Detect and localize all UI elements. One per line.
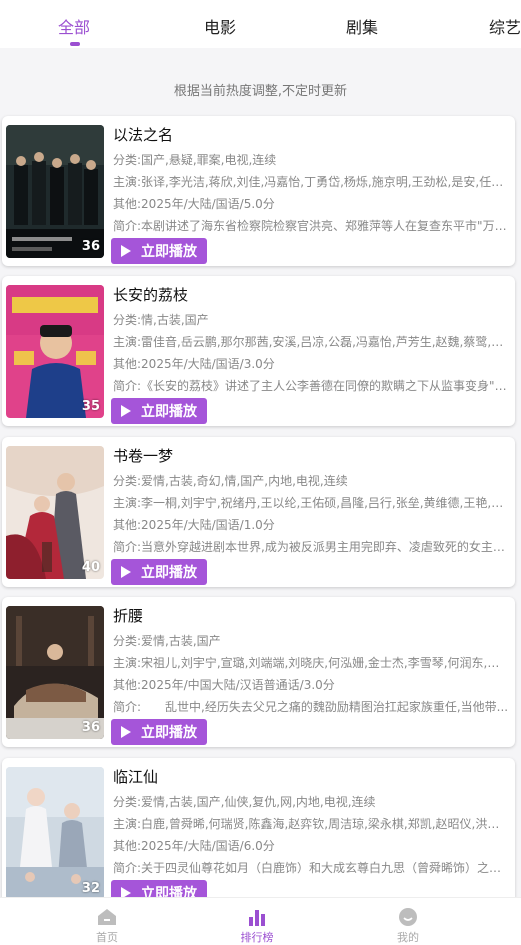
card-title[interactable]: 折腰	[113, 605, 143, 626]
card-other: 其他:2025年/大陆/国语/1.0分	[113, 518, 275, 532]
play-button-label: 立即播放	[141, 244, 197, 260]
play-now-button[interactable]: 立即播放	[111, 559, 207, 585]
card-title[interactable]: 长安的荔枝	[113, 284, 188, 305]
card-cast: 主演:白鹿,曾舜晞,何瑞贤,陈鑫海,赵弈钦,周洁琼,梁永棋,郑凯,赵昭仪,洪尧,…	[113, 817, 511, 831]
card-cast: 主演:宋祖儿,刘宇宁,宣璐,刘端端,刘晓庆,何泓姗,金士杰,李雪琴,何润东,王成…	[113, 656, 511, 670]
nav-ranking[interactable]: 排行榜	[197, 898, 317, 945]
card-genre: 分类:爱情,古装,奇幻,情,国产,内地,电视,连续	[113, 474, 348, 488]
nav-ranking-label: 排行榜	[240, 931, 274, 944]
card-intro: 简介:《长安的荔枝》讲述了主人公李善德在同僚的欺瞒之下从监事变身"荔...	[113, 379, 511, 393]
play-now-button[interactable]: 立即播放	[111, 238, 207, 264]
card-genre: 分类:爱情,古装,国产	[113, 634, 221, 648]
card-cast: 主演:李一桐,刘宇宁,祝绪丹,王以纶,王佑硕,昌隆,吕行,张垒,黄维德,王艳,郑…	[113, 496, 511, 510]
tab-series[interactable]: 剧集	[346, 14, 378, 38]
home-icon	[98, 909, 116, 925]
card-genre: 分类:情,古装,国产	[113, 313, 209, 327]
list-item[interactable]: 36 折腰 分类:爱情,古装,国产 主演:宋祖儿,刘宇宁,宣璐,刘端端,刘晓庆,…	[2, 597, 515, 747]
poster-image[interactable]: 36	[6, 125, 104, 258]
play-button-label: 立即播放	[141, 404, 197, 420]
card-intro: 简介:关于四灵仙尊花如月（白鹿饰）和大成玄尊白九思（曾舜晞饰）之间的...	[113, 861, 511, 875]
nav-home[interactable]: 首页	[47, 898, 167, 945]
play-button-label: 立即播放	[141, 725, 197, 741]
card-other: 其他:2025年/中国大陆/汉语普通话/3.0分	[113, 678, 335, 692]
rank-number: 36	[81, 239, 100, 254]
list-item[interactable]: 35 长安的荔枝 分类:情,古装,国产 主演:雷佳音,岳云鹏,那尔那茜,安溪,吕…	[2, 276, 515, 426]
smiley-icon	[399, 908, 417, 926]
card-other: 其他:2025年/大陆/国语/6.0分	[113, 839, 275, 853]
poster-image[interactable]: 32	[6, 767, 104, 900]
nav-profile-label: 我的	[397, 931, 419, 944]
active-tab-indicator	[70, 42, 80, 46]
card-intro: 简介:本剧讲述了海东省检察院检察官洪亮、郑雅萍等人在复查东平市"万海...	[113, 219, 511, 233]
tab-variety[interactable]: 综艺	[489, 14, 521, 38]
card-other: 其他:2025年/大陆/国语/5.0分	[113, 197, 275, 211]
rank-number: 35	[81, 399, 100, 414]
play-button-label: 立即播放	[141, 565, 197, 581]
poster-image[interactable]: 35	[6, 285, 104, 418]
card-cast: 主演:张译,李光洁,蒋欣,刘佳,冯嘉怡,丁勇岱,杨烁,施京明,王劲松,是安,任重…	[113, 175, 511, 189]
play-icon	[121, 405, 131, 417]
poster-image[interactable]: 36	[6, 606, 104, 739]
play-icon	[121, 566, 131, 578]
card-intro: 简介:当意外穿越进剧本世界,成为被反派男主用完即弃、凌虐致死的女主角...	[113, 540, 511, 554]
bar-chart-icon	[249, 910, 265, 926]
poster-image[interactable]: 40	[6, 446, 104, 579]
card-title[interactable]: 临江仙	[113, 766, 158, 787]
card-other: 其他:2025年/大陆/国语/3.0分	[113, 357, 275, 371]
bottom-navigation: 首页 排行榜 我的	[0, 897, 521, 945]
card-intro: 简介: 乱世中,经历失去父兄之痛的魏劭励精图治扛起家族重任,当他带...	[113, 700, 509, 714]
list-item[interactable]: 32 临江仙 分类:爱情,古装,国产,仙侠,复仇,网,内地,电视,连续 主演:白…	[2, 758, 515, 908]
play-now-button[interactable]: 立即播放	[111, 398, 207, 424]
play-now-button[interactable]: 立即播放	[111, 719, 207, 745]
card-genre: 分类:爱情,古装,国产,仙侠,复仇,网,内地,电视,连续	[113, 795, 376, 809]
card-cast: 主演:雷佳音,岳云鹏,那尔那茜,安溪,吕凉,公磊,冯嘉怡,芦芳生,赵魏,蔡鹭,闫…	[113, 335, 511, 349]
card-title[interactable]: 以法之名	[113, 124, 173, 145]
card-genre: 分类:国产,悬疑,罪案,电视,连续	[113, 153, 277, 167]
list-item[interactable]: 40 书卷一梦 分类:爱情,古装,奇幻,情,国产,内地,电视,连续 主演:李一桐…	[2, 437, 515, 587]
rank-number: 40	[81, 560, 100, 575]
rank-number: 32	[81, 881, 100, 896]
card-title[interactable]: 书卷一梦	[113, 445, 173, 466]
category-tabs: 全部 电影 剧集 综艺	[0, 0, 521, 48]
list-item[interactable]: 36 以法之名 分类:国产,悬疑,罪案,电视,连续 主演:张译,李光洁,蒋欣,刘…	[2, 116, 515, 266]
update-notice: 根据当前热度调整,不定时更新	[173, 84, 348, 99]
play-icon	[121, 726, 131, 738]
rank-number: 36	[81, 720, 100, 735]
tab-all[interactable]: 全部	[58, 14, 90, 38]
tab-movies[interactable]: 电影	[204, 14, 236, 38]
play-icon	[121, 245, 131, 257]
nav-home-label: 首页	[96, 931, 118, 944]
ranking-page: 全部 电影 剧集 综艺 根据当前热度调整,不定时更新 36 以法之名 分类:国产…	[0, 0, 521, 945]
nav-profile[interactable]: 我的	[348, 898, 468, 945]
